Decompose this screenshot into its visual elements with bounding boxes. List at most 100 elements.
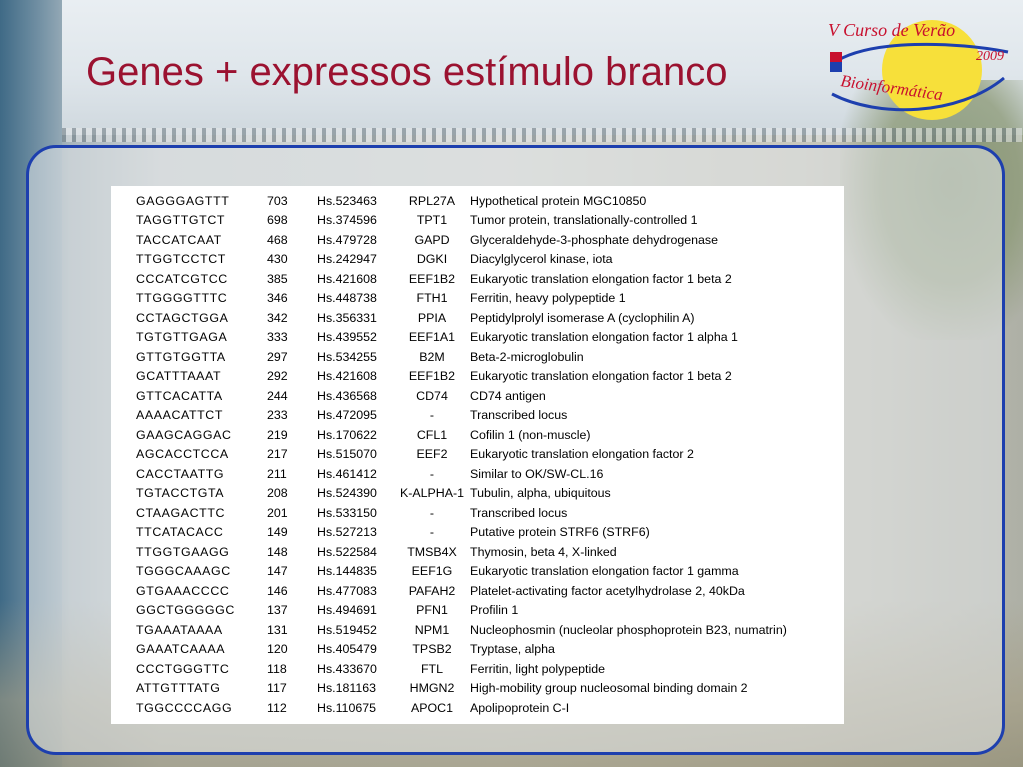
sage-tag-cell: GGCTGGGGGC bbox=[136, 603, 235, 618]
logo-graphic: V Curso de Verão 2009 Bioinformática bbox=[828, 20, 1009, 120]
gene-symbol-cell: - bbox=[429, 466, 435, 481]
gene-symbol-cell: HMGN2 bbox=[409, 681, 455, 696]
gene-description-cell: Similar to OK/SW-CL.16 bbox=[470, 466, 604, 481]
logo-flag-blue bbox=[830, 62, 842, 72]
table-row: TTGGTCCTCT 430 Hs.242947 DGKI Diacylglycerol… bbox=[136, 250, 787, 270]
gene-description-cell: Hypothetical protein MGC10850 bbox=[470, 193, 647, 208]
tag-count-cell: 148 bbox=[267, 544, 288, 559]
unigene-cell: Hs.181163 bbox=[317, 681, 377, 696]
tag-count-cell: 385 bbox=[267, 271, 288, 286]
gene-description-cell: Putative protein STRF6 (STRF6) bbox=[470, 525, 650, 540]
table-row: AAAACATTCT 233 Hs.472095 - Transcribed locus bbox=[136, 406, 787, 426]
logo-flag-red bbox=[830, 52, 842, 62]
unigene-cell: Hs.421608 bbox=[317, 271, 377, 286]
sage-tag-cell: CCCTGGGTTC bbox=[136, 661, 230, 676]
tag-count-cell: 137 bbox=[267, 603, 288, 618]
gene-description-cell: Eukaryotic translation elongation factor… bbox=[470, 330, 738, 345]
gene-description-cell: Platelet-activating factor acetylhydrola… bbox=[470, 583, 745, 598]
sage-tag-cell: TTGGTCCTCT bbox=[136, 252, 226, 267]
sage-tag-cell: TTCATACACC bbox=[136, 525, 224, 540]
tag-count-cell: 346 bbox=[267, 291, 288, 306]
table-row: TACCATCAAT 468 Hs.479728 GAPD Glyceraldehyde… bbox=[136, 230, 787, 250]
unigene-cell: Hs.524390 bbox=[317, 486, 377, 501]
table-row: GAAATCAAAA 120 Hs.405479 TPSB2 Tryptase, alp… bbox=[136, 640, 787, 660]
gene-symbol-cell: PPIA bbox=[417, 310, 447, 325]
gene-expression-table: GAGGGAGTTT 703 Hs.523463 RPL27A Hypothetical… bbox=[136, 191, 787, 718]
gene-description-cell: Apolipoprotein C-I bbox=[470, 700, 570, 715]
gene-description-cell: Eukaryotic translation elongation factor… bbox=[470, 564, 739, 579]
gene-symbol-cell: TPT1 bbox=[416, 213, 448, 228]
gene-symbol-cell: K-ALPHA-1 bbox=[399, 486, 465, 501]
sage-tag-cell: CCTAGCTGGA bbox=[136, 310, 229, 325]
sage-tag-cell: TAGGTTGTCT bbox=[136, 213, 226, 228]
gene-description-cell: Ferritin, light polypeptide bbox=[470, 661, 605, 676]
gene-description-cell: Tumor protein, translationally-controlle… bbox=[470, 213, 698, 228]
table-row: TGGCCCCAGG 112 Hs.110675 APOC1 Apolipoprotei… bbox=[136, 698, 787, 718]
gene-symbol-cell: EEF2 bbox=[416, 447, 448, 462]
gene-symbol-cell: TPSB2 bbox=[412, 642, 452, 657]
gene-symbol-cell: GAPD bbox=[414, 232, 450, 247]
gene-description-cell: Beta-2-microglobulin bbox=[470, 349, 584, 364]
tag-count-cell: 468 bbox=[267, 232, 288, 247]
gene-description-cell: Eukaryotic translation elongation factor… bbox=[470, 271, 732, 286]
gene-description-cell: CD74 antigen bbox=[470, 388, 546, 403]
sage-tag-cell: CTAAGACTTC bbox=[136, 505, 226, 520]
sage-tag-cell: ATTGTTTATG bbox=[136, 681, 221, 696]
gene-description-cell: Eukaryotic translation elongation factor… bbox=[470, 369, 732, 384]
table-row: TGTGTTGAGA 333 Hs.439552 EEF1A1 Eukaryotic t… bbox=[136, 328, 787, 348]
unigene-cell: Hs.356331 bbox=[317, 310, 377, 325]
table-row: TTGGGGTTTC 346 Hs.448738 FTH1 Ferritin, heav… bbox=[136, 289, 787, 309]
sage-tag-cell: TACCATCAAT bbox=[136, 232, 222, 247]
tag-count-cell: 118 bbox=[267, 661, 287, 676]
tag-count-cell: 342 bbox=[267, 310, 288, 325]
unigene-cell: Hs.421608 bbox=[317, 369, 377, 384]
gene-symbol-cell: CFL1 bbox=[416, 427, 448, 442]
table-row: GAAGCAGGAC 219 Hs.170622 CFL1 Cofilin 1 (non… bbox=[136, 425, 787, 445]
unigene-cell: Hs.527213 bbox=[317, 525, 377, 540]
table-row: TGAAATAAAA 131 Hs.519452 NPM1 Nucleophosmin … bbox=[136, 620, 787, 640]
gene-symbol-cell: FTH1 bbox=[416, 291, 448, 306]
gene-table-image: GAGGGAGTTT 703 Hs.523463 RPL27A Hypothetical… bbox=[111, 186, 844, 724]
unigene-cell: Hs.170622 bbox=[317, 427, 377, 442]
unigene-cell: Hs.439552 bbox=[317, 330, 377, 345]
sage-tag-cell: GTTGTGGTTA bbox=[136, 349, 226, 364]
table-row: GTTGTGGTTA 297 Hs.534255 B2M Beta-2-microglo… bbox=[136, 347, 787, 367]
sage-tag-cell: GTGAAACCCC bbox=[136, 583, 230, 598]
gene-description-cell: Transcribed locus bbox=[470, 505, 568, 520]
tag-count-cell: 217 bbox=[267, 447, 288, 462]
tag-count-cell: 112 bbox=[267, 700, 287, 715]
gene-description-cell: Profilin 1 bbox=[470, 603, 519, 618]
sage-tag-cell: TGTGTTGAGA bbox=[136, 330, 228, 345]
unigene-cell: Hs.374596 bbox=[317, 213, 377, 228]
tag-count-cell: 120 bbox=[267, 642, 288, 657]
tag-count-cell: 244 bbox=[267, 388, 288, 403]
sage-tag-cell: GAAATCAAAA bbox=[136, 642, 226, 657]
gene-symbol-cell: PFN1 bbox=[416, 603, 448, 618]
gene-description-cell: Tryptase, alpha bbox=[470, 642, 555, 657]
sage-tag-cell: TTGGGGTTTC bbox=[136, 291, 228, 306]
unigene-cell: Hs.522584 bbox=[317, 544, 377, 559]
tag-count-cell: 698 bbox=[267, 213, 288, 228]
table-row: CTAAGACTTC 201 Hs.533150 - Transcribed locus bbox=[136, 503, 787, 523]
unigene-cell: Hs.515070 bbox=[317, 447, 377, 462]
gene-description-cell: Cofilin 1 (non-muscle) bbox=[470, 427, 591, 442]
tag-count-cell: 430 bbox=[267, 252, 288, 267]
tag-count-cell: 146 bbox=[267, 583, 288, 598]
gene-symbol-cell: B2M bbox=[419, 349, 445, 364]
gene-description-cell: Peptidylprolyl isomerase A (cyclophilin … bbox=[470, 310, 695, 325]
table-row: AGCACCTCCA 217 Hs.515070 EEF2 Eukaryotic tra… bbox=[136, 445, 787, 465]
table-row: TTGGTGAAGG 148 Hs.522584 TMSB4X Thymosin, be… bbox=[136, 542, 787, 562]
sage-tag-cell: AAAACATTCT bbox=[136, 408, 224, 423]
gene-description-cell: Tubulin, alpha, ubiquitous bbox=[470, 486, 611, 501]
gene-description-cell: Diacylglycerol kinase, iota bbox=[470, 252, 613, 267]
unigene-cell: Hs.433670 bbox=[317, 661, 377, 676]
unigene-cell: Hs.436568 bbox=[317, 388, 377, 403]
gene-symbol-cell: EEF1B2 bbox=[408, 369, 456, 384]
unigene-cell: Hs.144835 bbox=[317, 564, 377, 579]
table-row: GTTCACATTA 244 Hs.436568 CD74 CD74 antigen bbox=[136, 386, 787, 406]
gene-symbol-cell: - bbox=[429, 505, 435, 520]
gene-symbol-cell: EEF1A1 bbox=[408, 330, 456, 345]
sage-tag-cell: TGGGCAAAGC bbox=[136, 564, 231, 579]
unigene-cell: Hs.534255 bbox=[317, 349, 377, 364]
gene-symbol-cell: APOC1 bbox=[410, 700, 453, 715]
